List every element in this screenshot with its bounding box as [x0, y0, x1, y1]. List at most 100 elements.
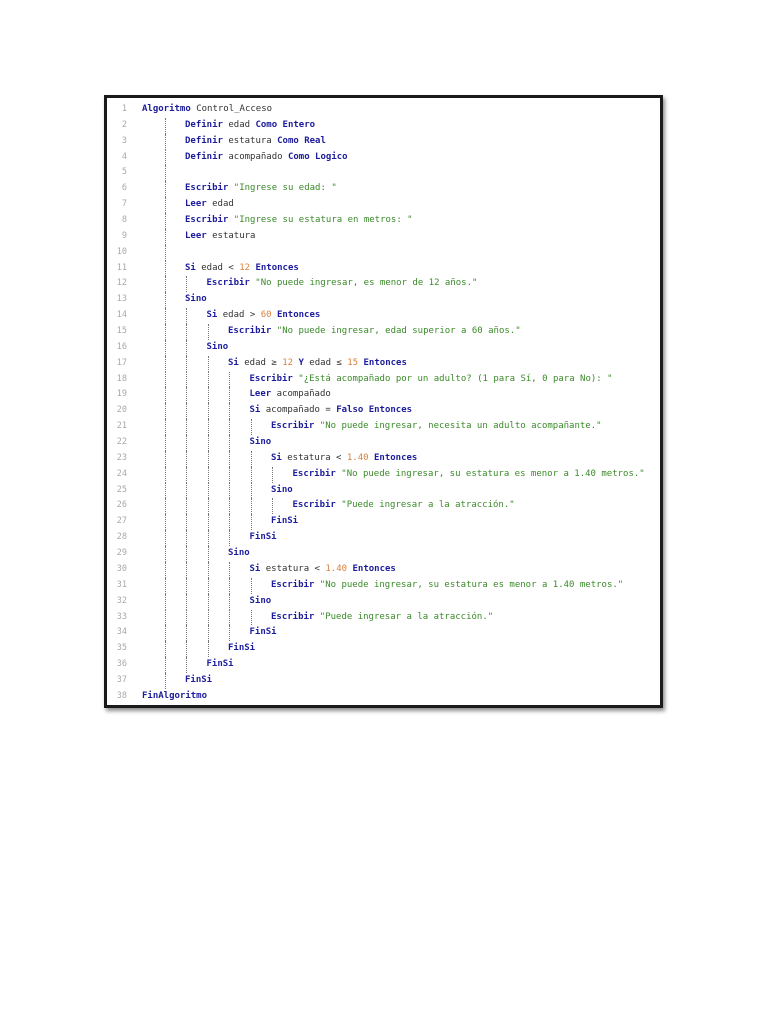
- identifier-token: estatura <: [260, 563, 326, 574]
- keyword-token: FinSi: [271, 516, 299, 527]
- code-line[interactable]: 35 FinSi: [107, 641, 660, 658]
- indent-guide: [207, 403, 209, 420]
- code-text: Escribir "No puede ingresar, su estatura…: [271, 578, 623, 594]
- keyword-token: FinSi: [206, 659, 234, 670]
- indent-guide: [207, 593, 209, 610]
- keyword-token: Si: [249, 563, 261, 574]
- code-line[interactable]: 26 Escribir "Puede ingresar a la atracció…: [107, 498, 660, 515]
- code-line[interactable]: 5: [107, 165, 660, 182]
- line-number: 13: [116, 294, 127, 305]
- code-line[interactable]: 1 Algoritmo Control_Acceso: [107, 102, 660, 118]
- indent-guide: [229, 450, 230, 467]
- line-number: 21: [116, 421, 127, 432]
- code-line[interactable]: 23 Si estatura < 1.40 Entonces: [107, 450, 660, 467]
- code-line[interactable]: 11 Si edad < 12 Entonces: [107, 260, 660, 277]
- number-token: 12: [282, 357, 294, 368]
- code-line[interactable]: 14 Si edad > 60 Entonces: [107, 308, 660, 325]
- code-line[interactable]: 8 Escribir "Ingrese su estatura en metros…: [107, 213, 660, 229]
- indent-guide: [186, 355, 187, 372]
- line-number: 14: [116, 310, 127, 321]
- code-line[interactable]: 37 FinSi: [107, 672, 660, 689]
- code-line[interactable]: 31 Escribir "No puede ingresar, su estatu…: [107, 577, 660, 594]
- code-line[interactable]: 10: [107, 244, 660, 261]
- keyword-token: Entonces: [276, 310, 321, 321]
- indent-guide: [229, 435, 230, 451]
- keyword-token: Sino: [249, 437, 272, 448]
- indent-guide: [207, 450, 209, 467]
- indent-guide: [164, 403, 166, 420]
- identifier-token: edad >: [217, 310, 261, 321]
- code-line[interactable]: 13 Sino: [107, 292, 660, 309]
- indent-guide: [164, 482, 166, 499]
- code-text: Sino: [250, 435, 272, 451]
- code-line[interactable]: 20 Si acompañado = Falso Entonces: [107, 403, 660, 420]
- indent-guide: [186, 625, 187, 642]
- code-line[interactable]: 34 FinSi: [107, 625, 660, 642]
- keyword-token: FinAlgoritmo: [142, 690, 208, 701]
- code-editor[interactable]: 1 Algoritmo Control_Acceso 2 Definir edad C…: [104, 95, 663, 708]
- keyword-token: Escribir: [185, 183, 229, 194]
- code-line[interactable]: 19 Leer acompañado: [107, 387, 660, 404]
- code-line[interactable]: 22 Sino: [107, 435, 660, 451]
- indent-guide: [250, 419, 252, 436]
- code-text: Si edad ≥ 12 Y edad ≤ 15 Entonces: [228, 356, 407, 372]
- line-number: 1: [121, 104, 127, 114]
- code-line[interactable]: 9 Leer estatura: [107, 228, 660, 245]
- code-line[interactable]: 29 Sino: [107, 546, 660, 562]
- indent-guide: [229, 498, 230, 515]
- code-line[interactable]: 18 Escribir "¿Está acompañado por un adul…: [107, 371, 660, 388]
- code-line[interactable]: 36 FinSi: [107, 657, 660, 673]
- code-line[interactable]: 32 Sino: [107, 593, 660, 610]
- indent-guide: [164, 466, 166, 483]
- code-line[interactable]: 38 FinAlgoritmo: [107, 689, 660, 705]
- code-line[interactable]: 12 Escribir "No puede ingresar, es menor …: [107, 276, 660, 293]
- keyword-token: FinSi: [249, 532, 277, 543]
- string-token: "No puede ingresar, edad superior a 60 a…: [276, 326, 521, 337]
- code-line[interactable]: 25 Sino: [107, 482, 660, 499]
- code-text: FinSi: [271, 514, 298, 530]
- line-number: 35: [116, 643, 127, 654]
- code-line[interactable]: 28 FinSi: [107, 530, 660, 547]
- code-line[interactable]: 7 Leer edad: [107, 197, 660, 214]
- code-line[interactable]: 21 Escribir "No puede ingresar, necesita …: [107, 419, 660, 436]
- indent-guide: [186, 546, 187, 562]
- string-token: "No puede ingresar, su estatura es menor…: [341, 468, 645, 479]
- code-text: Escribir "Ingrese su edad: ": [185, 181, 337, 197]
- code-line[interactable]: 2 Definir edad Como Entero: [107, 117, 660, 134]
- code-line[interactable]: 17 Si edad ≥ 12 Y edad ≤ 15 Entonces: [107, 355, 660, 372]
- code-line[interactable]: 30 Si estatura < 1.40 Entonces: [107, 561, 660, 578]
- code-text: Escribir "¿Está acompañado por un adulto…: [250, 372, 613, 388]
- string-token: "No puede ingresar, su estatura es menor…: [319, 579, 624, 590]
- code-line[interactable]: 4 Definir acompañado Como Logico: [107, 149, 660, 166]
- line-number: 20: [116, 405, 127, 416]
- code-text: Definir edad Como Entero: [185, 118, 315, 134]
- indent-guide: [164, 149, 166, 166]
- code-line[interactable]: 6 Escribir "Ingrese su edad: ": [107, 181, 660, 198]
- code-text: FinAlgoritmo: [142, 689, 207, 705]
- indent-guide: [207, 324, 209, 340]
- code-line[interactable]: 33 Escribir "Puede ingresar a la atracció…: [107, 609, 660, 626]
- code-line[interactable]: 16 Sino: [107, 339, 660, 356]
- indent-guide: [164, 308, 166, 325]
- indent-guide: [207, 466, 209, 483]
- indent-guide: [229, 577, 230, 594]
- code-text: Escribir "Puede ingresar a la atracción.…: [271, 610, 493, 626]
- keyword-token: Si: [249, 405, 261, 416]
- keyword-token: Definir: [185, 119, 223, 130]
- indent-guide: [186, 657, 187, 673]
- code-line[interactable]: 3 Definir estatura Como Real: [107, 133, 660, 150]
- line-number: 25: [116, 484, 127, 495]
- code-line[interactable]: 15 Escribir "No puede ingresar, edad supe…: [107, 324, 660, 340]
- line-number: 38: [116, 690, 127, 701]
- line-number: 7: [121, 199, 127, 210]
- code-text: Definir estatura Como Real: [185, 134, 326, 150]
- identifier-token: estatura: [206, 230, 256, 241]
- line-number: 10: [116, 246, 127, 257]
- code-line[interactable]: 24 Escribir "No puede ingresar, su estatu…: [107, 466, 660, 483]
- code-text: Sino: [228, 546, 250, 562]
- number-token: 1.40: [346, 452, 369, 463]
- string-token: "Ingrese su edad: ": [233, 183, 337, 194]
- code-line[interactable]: 27 FinSi: [107, 514, 660, 531]
- code-text: Sino: [185, 292, 207, 308]
- indent-guide: [250, 577, 252, 594]
